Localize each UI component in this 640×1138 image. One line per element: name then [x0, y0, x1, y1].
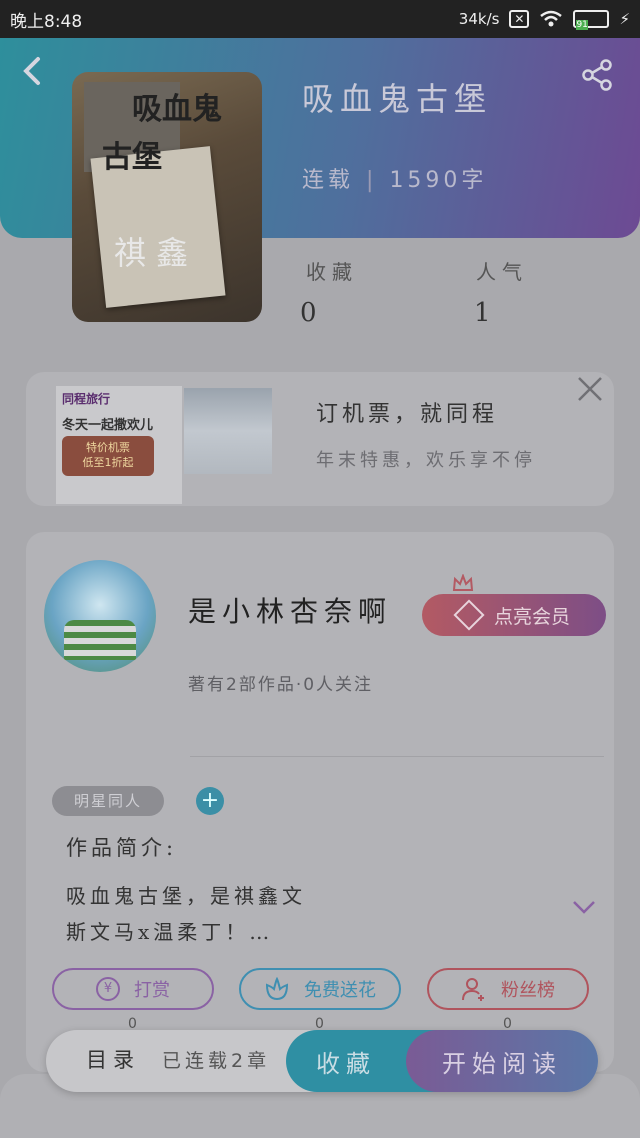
book-status: 连载: [302, 168, 355, 193]
ad-box-line2: 低至1折起: [82, 456, 134, 469]
ad-title: 订机票，就同程: [316, 402, 499, 427]
favorite-label: 收藏: [316, 1049, 376, 1078]
popularity-value: 1: [474, 298, 491, 328]
status-time: 晚上8:48: [10, 11, 83, 32]
intro-text: 吸血鬼古堡，是祺鑫文 斯文马x温柔丁！…: [66, 878, 536, 950]
cover-title-line1: 吸血鬼: [132, 92, 222, 127]
fan-ranking-button[interactable]: 粉丝榜: [427, 968, 589, 1010]
start-reading-label: 开始阅读: [442, 1049, 562, 1078]
author-name[interactable]: 是小林杏奈啊: [188, 590, 392, 630]
add-tag-button[interactable]: +: [196, 787, 224, 815]
back-button[interactable]: [22, 56, 52, 90]
chevron-left-icon: [23, 57, 40, 85]
vip-button[interactable]: 点亮会员: [422, 594, 606, 636]
ad-box-line1: 特价机票: [86, 441, 130, 454]
tip-button[interactable]: ¥ 打赏: [52, 968, 214, 1010]
book-title: 吸血鬼古堡: [302, 80, 493, 118]
charging-icon: ⚡: [619, 10, 630, 28]
popularity-label: 人气: [476, 260, 528, 284]
favorites-label: 收藏: [306, 260, 358, 284]
expand-chevron-down-icon[interactable]: [572, 898, 596, 918]
intro-text-line1: 吸血鬼古堡，是祺鑫文: [66, 884, 306, 908]
crown-icon: [452, 574, 474, 591]
status-bar: 晚上8:48 34k/s ✕ 91 ⚡: [0, 0, 640, 38]
cover-title-line2: 古堡: [102, 140, 162, 175]
divider: [190, 756, 604, 757]
tip-label: 打赏: [134, 980, 170, 1001]
ad-photo: [184, 388, 272, 474]
ad-image: 同程旅行 冬天一起撒欢儿 特价机票 低至1折起: [56, 386, 182, 504]
wifi-icon: [540, 10, 563, 27]
battery-level: 91: [576, 20, 588, 30]
ad-subtitle: 年末特惠，欢乐享不停: [316, 450, 536, 471]
no-sim-icon: ✕: [509, 10, 530, 28]
diamond-icon: [453, 599, 485, 631]
share-icon: [582, 59, 612, 91]
share-button[interactable]: [580, 58, 614, 92]
battery-icon: 91: [573, 10, 610, 30]
intro-label: 作品简介:: [66, 836, 178, 860]
category-tag[interactable]: 明星同人: [52, 786, 164, 816]
toc-button[interactable]: 目录: [86, 1044, 140, 1074]
ad-brand: 同程旅行: [62, 392, 111, 406]
yen-icon: ¥: [96, 977, 120, 1001]
close-icon: [578, 377, 602, 401]
ad-image-headline: 冬天一起撒欢儿: [62, 418, 154, 433]
ad-banner[interactable]: 同程旅行 冬天一起撒欢儿 特价机票 低至1折起 订机票，就同程 年末特惠，欢乐享…: [26, 372, 614, 506]
ad-price-box: 特价机票 低至1折起: [62, 436, 154, 476]
send-flower-label: 免费送花: [304, 980, 376, 1001]
flower-icon: [265, 977, 289, 1001]
fan-icon: [462, 978, 484, 1001]
book-meta: 连载 | 1590字: [302, 162, 487, 194]
ad-close-button[interactable]: [576, 376, 604, 404]
avatar-figure: [64, 620, 136, 660]
intro-text-line2: 斯文马x温柔丁！…: [66, 920, 274, 944]
author-avatar[interactable]: [44, 560, 156, 672]
send-flower-button[interactable]: 免费送花: [239, 968, 401, 1010]
network-speed: 34k/s: [458, 10, 500, 28]
cover-names: 祺 鑫: [114, 234, 189, 272]
meta-separator: |: [366, 168, 378, 193]
book-cover[interactable]: 吸血鬼 古堡 祺 鑫: [72, 72, 262, 322]
word-count: 1590字: [389, 168, 488, 193]
fan-ranking-label: 粉丝榜: [501, 980, 555, 1001]
plus-icon: +: [200, 788, 220, 813]
serial-status: 已连载2章: [162, 1050, 271, 1072]
favorites-value: 0: [300, 298, 317, 328]
start-reading-button[interactable]: 开始阅读: [406, 1030, 598, 1092]
vip-label: 点亮会员: [493, 605, 570, 628]
author-info: 著有2部作品·0人关注: [188, 675, 374, 695]
